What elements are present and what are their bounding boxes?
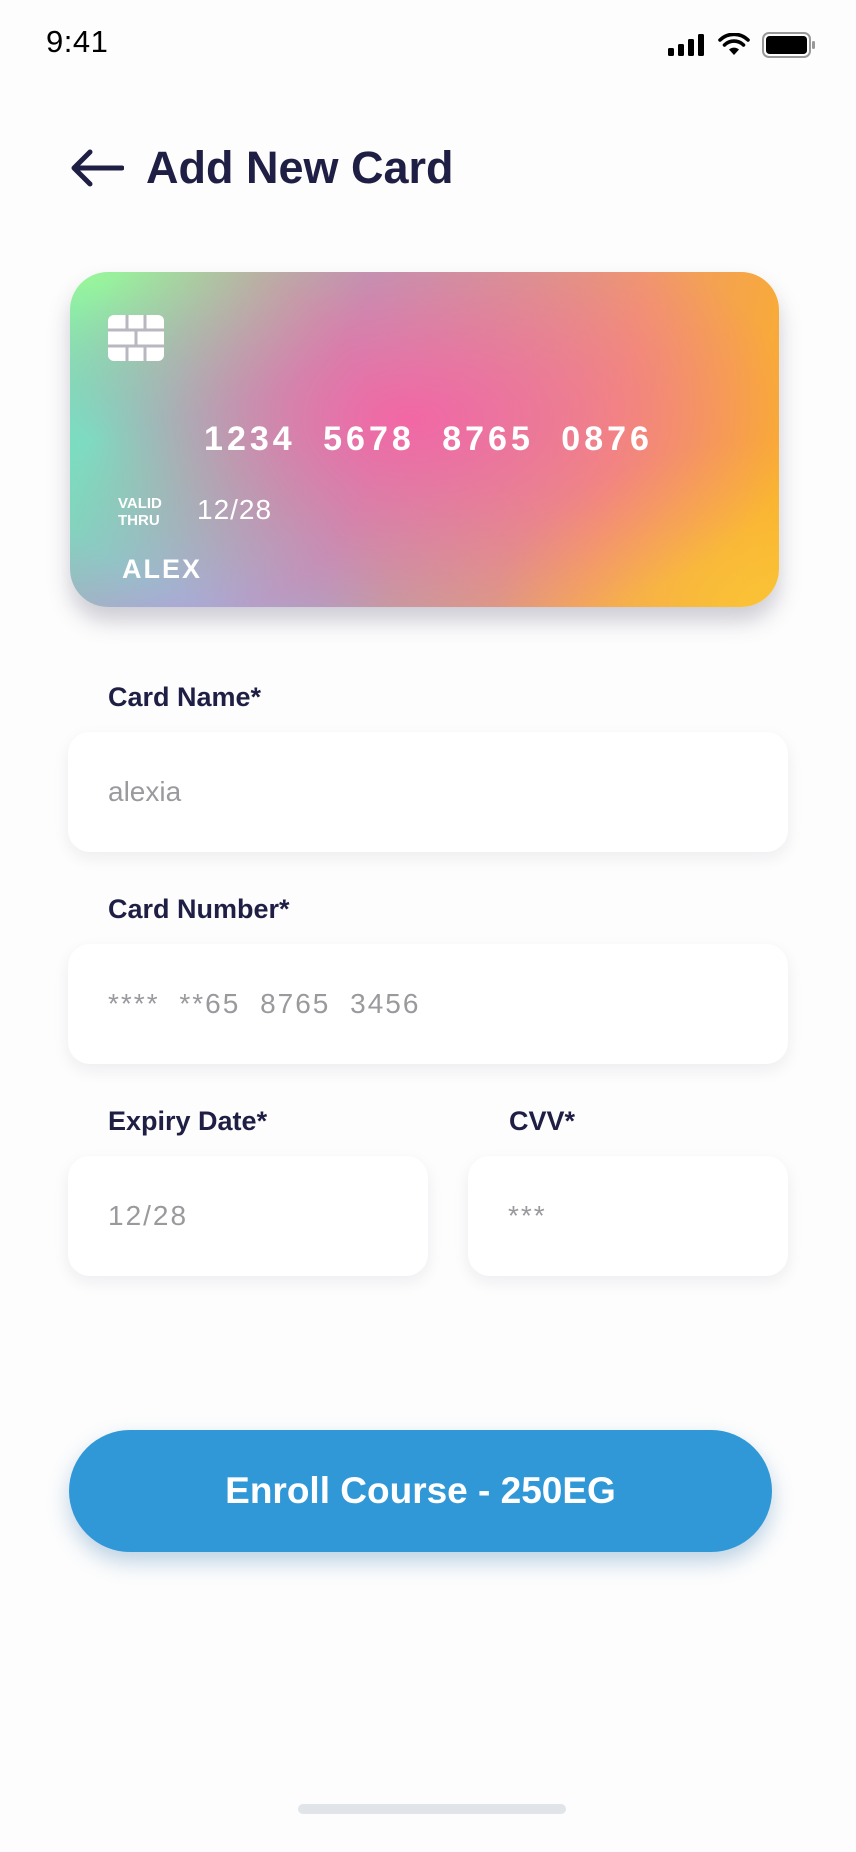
valid-label-line1: VALID [118,495,162,512]
credit-card-preview: 1234 5678 8765 0876 VALID THRU 12/28 ALE… [70,272,779,607]
cvv-input[interactable] [468,1156,788,1276]
wifi-icon [718,33,750,55]
valid-label-line2: THRU [118,512,160,529]
arrow-left-icon[interactable] [68,148,124,188]
status-bar: 9:41 [0,0,856,90]
cvv-label: CVV* [509,1106,576,1136]
home-indicator [298,1804,566,1814]
card-chip-icon [108,315,164,361]
card-holder-name: ALEX [122,554,203,584]
page-title: Add New Card [146,142,454,193]
card-number-display: 1234 5678 8765 0876 [204,420,653,458]
expiry-date-label: Expiry Date* [108,1106,268,1136]
status-time: 9:41 [46,24,109,59]
status-icons [668,32,816,58]
valid-thru-label: VALID THRU [118,495,162,529]
card-expiry-display: 12/28 [197,494,273,525]
expiry-date-input[interactable] [68,1156,428,1276]
card-name-input[interactable] [68,732,788,852]
enroll-course-button[interactable]: Enroll Course - 250EG [69,1430,772,1552]
card-number-label: Card Number* [108,894,290,924]
signal-icon [668,34,704,56]
card-number-input[interactable] [68,944,788,1064]
battery-icon [762,32,815,58]
card-name-label: Card Name* [108,682,262,712]
